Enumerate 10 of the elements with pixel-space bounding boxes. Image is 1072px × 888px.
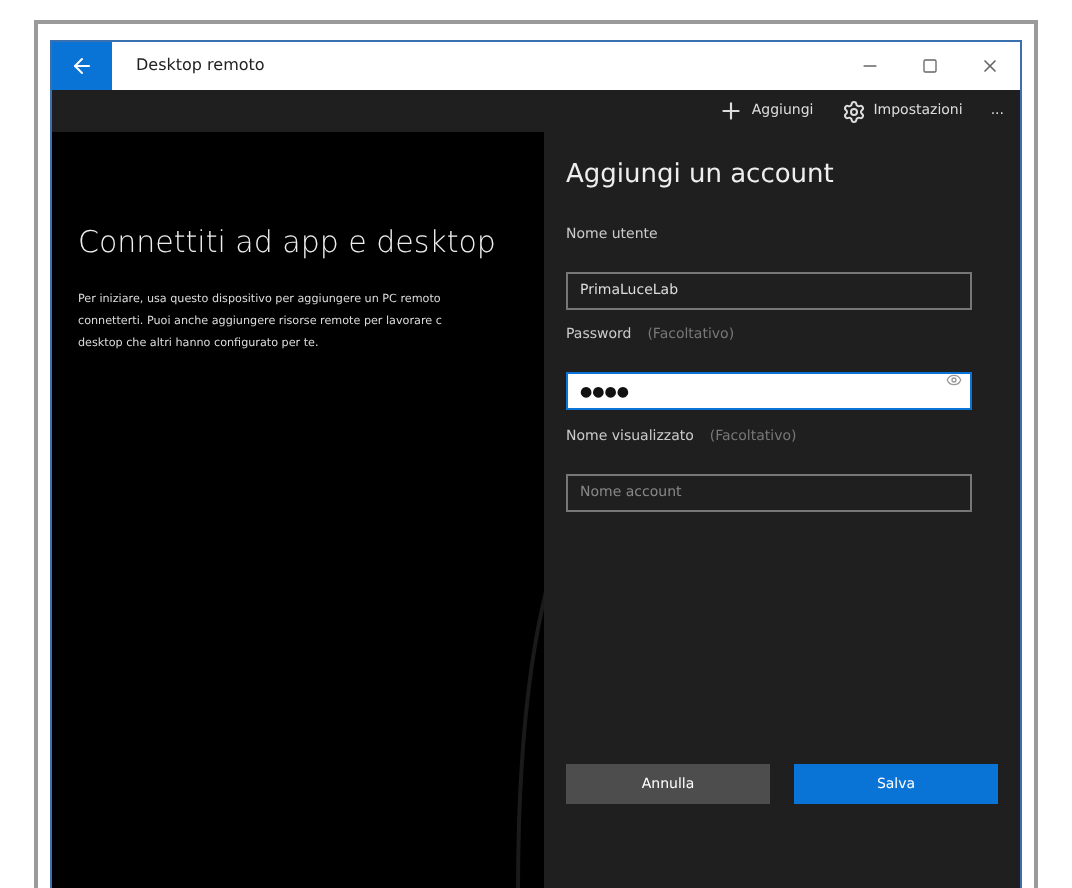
back-button[interactable] bbox=[52, 42, 112, 90]
window-title: Desktop remoto bbox=[136, 54, 267, 78]
panel-title: Aggiungi un account bbox=[566, 158, 836, 194]
maximize-icon bbox=[922, 58, 938, 74]
settings-icon bbox=[841, 99, 866, 123]
plus-icon bbox=[717, 98, 744, 124]
close-icon bbox=[980, 56, 1000, 76]
intro-heading: Connettiti ad app e desktop bbox=[78, 224, 498, 262]
back-icon bbox=[70, 54, 94, 78]
reveal-password-icon[interactable] bbox=[946, 372, 962, 388]
